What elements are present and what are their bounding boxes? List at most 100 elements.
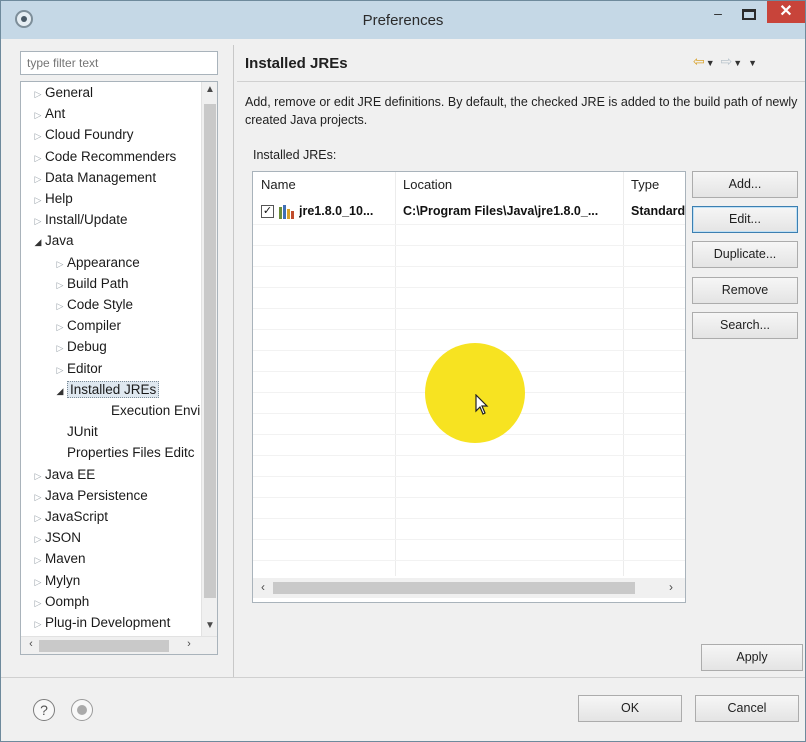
tree-item[interactable]: ▷ Editor xyxy=(53,358,103,381)
tree-item[interactable]: ▷ Plug-in Development xyxy=(31,612,171,635)
tree-item[interactable]: ▷ Ant xyxy=(31,103,66,126)
mouse-pointer-icon xyxy=(475,394,489,415)
filter-input[interactable] xyxy=(20,51,218,75)
tree-item[interactable]: ▷ Install/Update xyxy=(31,209,128,230)
tree-item-label: Code Style xyxy=(67,297,134,312)
expand-arrow-icon[interactable]: ▷ xyxy=(31,126,45,147)
tree-item[interactable]: ▷ Compiler xyxy=(53,315,121,336)
column-separator xyxy=(623,172,624,576)
scroll-up-icon[interactable]: ▲ xyxy=(202,84,217,100)
tree-item[interactable]: ▷ Mylyn xyxy=(31,570,81,593)
table-scroll-thumb[interactable] xyxy=(273,582,635,594)
expand-arrow-icon[interactable]: ▷ xyxy=(31,84,45,105)
tree-item-label: Installed JREs xyxy=(67,380,160,398)
view-menu-icon[interactable]: ▼ xyxy=(748,58,758,68)
add-button[interactable]: Add... xyxy=(692,171,798,198)
tree-item[interactable]: ▷ Debug xyxy=(53,336,107,357)
page-title: Installed JREs xyxy=(245,55,348,72)
column-header-location[interactable]: Location xyxy=(395,172,623,198)
tree-vertical-scrollbar[interactable]: ▲ ▼ xyxy=(201,82,217,638)
expand-arrow-icon[interactable]: ▷ xyxy=(31,169,45,190)
expand-arrow-icon[interactable]: ▷ xyxy=(31,466,45,487)
tree-item[interactable]: ▷ Help xyxy=(31,188,73,209)
row-divider xyxy=(253,308,685,309)
expand-arrow-icon[interactable]: ▷ xyxy=(31,148,45,169)
forward-arrow-icon[interactable]: ⇨ xyxy=(721,53,734,69)
column-header-name[interactable]: Name xyxy=(253,172,395,198)
collapse-arrow-icon[interactable]: ◢ xyxy=(31,232,45,253)
close-button[interactable]: ✕ xyxy=(767,1,805,23)
tree-item[interactable]: ▷ Cloud Foundry xyxy=(31,124,134,145)
ok-button[interactable]: OK xyxy=(578,695,682,722)
remove-button[interactable]: Remove xyxy=(692,277,798,304)
tree-item[interactable]: ▷ JavaScript xyxy=(31,506,109,529)
row-divider xyxy=(253,497,685,498)
scroll-right-icon[interactable]: › xyxy=(181,638,197,654)
scroll-left-icon[interactable]: ‹ xyxy=(255,580,271,596)
table-horizontal-scrollbar[interactable]: ‹ › xyxy=(253,578,685,598)
expand-arrow-icon[interactable]: ▷ xyxy=(31,593,45,614)
tree-item-label: Plug-in Development xyxy=(45,615,171,630)
tree-item[interactable]: ▷ General xyxy=(31,82,94,105)
tree-item[interactable]: Execution Enviro xyxy=(97,400,212,421)
minimize-button[interactable]: – xyxy=(703,3,733,27)
scroll-left-icon[interactable]: ‹ xyxy=(23,638,39,654)
duplicate-button[interactable]: Duplicate... xyxy=(692,241,798,268)
help-icon[interactable]: ? xyxy=(33,699,55,721)
expand-arrow-icon[interactable]: ▷ xyxy=(31,211,45,232)
row-divider xyxy=(253,224,685,225)
tree-item[interactable]: ▷ Code Recommenders xyxy=(31,146,177,169)
expand-arrow-icon[interactable]: ▷ xyxy=(31,487,45,508)
expand-arrow-icon[interactable]: ▷ xyxy=(53,254,67,275)
tree-item[interactable]: ▷ Java EE xyxy=(31,464,96,487)
tree-item[interactable]: ▷ Data Management xyxy=(31,167,157,190)
collapse-arrow-icon[interactable]: ◢ xyxy=(53,381,67,402)
apply-button[interactable]: Apply xyxy=(701,644,803,671)
edit-button[interactable]: Edit... xyxy=(692,206,798,233)
expand-arrow-icon[interactable]: ▷ xyxy=(31,614,45,635)
expand-arrow-icon[interactable]: ▷ xyxy=(53,275,67,296)
tree-vertical-scroll-thumb[interactable] xyxy=(204,104,216,598)
tree-horizontal-scrollbar[interactable]: ‹ › xyxy=(21,636,217,654)
tree-item[interactable]: ◢ Java xyxy=(31,230,74,251)
tree-item[interactable]: Properties Files Editc xyxy=(53,442,195,463)
preferences-window: Preferences – ✕ ▷General▷Ant▷Cloud Found… xyxy=(0,0,806,742)
preference-tree[interactable]: ▷ General ▷ Ant ▷ Cloud Foundry ▷ Code Recommen… xyxy=(20,81,218,655)
scroll-down-icon[interactable]: ▼ xyxy=(202,620,217,636)
tree-item[interactable]: ▷ Java Persistence xyxy=(31,485,148,506)
cancel-button[interactable]: Cancel xyxy=(695,695,799,722)
expand-arrow-icon[interactable]: ▷ xyxy=(31,572,45,593)
expand-arrow-icon[interactable]: ▷ xyxy=(53,296,67,317)
tree-item[interactable]: ▷ Build Path xyxy=(53,273,129,294)
tree-item[interactable]: ▷ Appearance xyxy=(53,252,140,273)
tree-item[interactable]: ▷ Code Style xyxy=(53,294,134,317)
pane-splitter[interactable] xyxy=(233,45,234,677)
tree-horizontal-scroll-thumb[interactable] xyxy=(39,640,169,652)
row-divider xyxy=(253,518,685,519)
expand-arrow-icon[interactable]: ▷ xyxy=(31,529,45,550)
forward-dropdown-icon[interactable]: ▼ xyxy=(733,58,743,68)
scroll-right-icon[interactable]: › xyxy=(663,580,679,596)
tree-item[interactable]: ▷ Oomph xyxy=(31,591,90,614)
expand-arrow-icon[interactable]: ▷ xyxy=(53,338,67,359)
tree-item[interactable]: ▷ Maven xyxy=(31,548,86,569)
tree-item[interactable]: ◢ Installed JREs xyxy=(53,379,160,402)
expand-arrow-icon[interactable]: ▷ xyxy=(53,360,67,381)
record-icon[interactable] xyxy=(71,699,93,721)
maximize-button[interactable] xyxy=(735,3,763,27)
tree-item-label: Execution Enviro xyxy=(111,403,213,418)
tree-item[interactable]: ▷ JSON xyxy=(31,527,81,548)
row-divider xyxy=(253,476,685,477)
expand-arrow-icon[interactable]: ▷ xyxy=(31,190,45,211)
back-arrow-icon[interactable]: ⇦ xyxy=(693,53,706,69)
expand-arrow-icon[interactable]: ▷ xyxy=(31,105,45,126)
back-dropdown-icon[interactable]: ▼ xyxy=(706,58,716,68)
search-button[interactable]: Search... xyxy=(692,312,798,339)
jre-checkbox[interactable]: ✓ xyxy=(261,205,274,218)
title-bar[interactable]: Preferences – ✕ xyxy=(1,1,805,39)
expand-arrow-icon[interactable]: ▷ xyxy=(31,550,45,571)
expand-arrow-icon[interactable]: ▷ xyxy=(31,508,45,529)
expand-arrow-icon[interactable]: ▷ xyxy=(53,317,67,338)
tree-item[interactable]: JUnit xyxy=(53,421,98,442)
column-header-type[interactable]: Type xyxy=(623,172,685,198)
